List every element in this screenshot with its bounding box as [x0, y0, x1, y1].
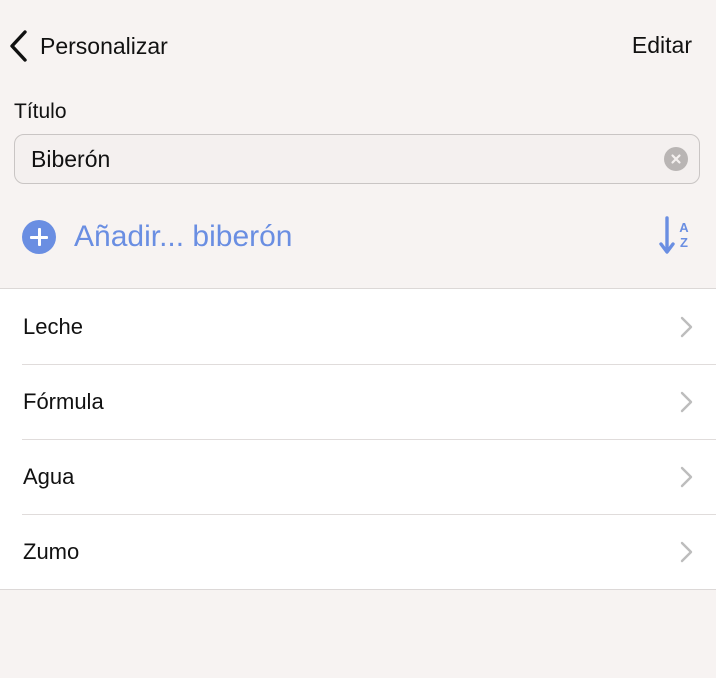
list-item-agua[interactable]: Agua	[0, 439, 716, 514]
sort-letter-a: A	[679, 220, 689, 235]
title-input[interactable]	[31, 145, 664, 173]
title-field-label: Título	[14, 100, 67, 123]
drink-list: Leche Fórmula Agua Zumo	[0, 288, 716, 590]
list-item-zumo[interactable]: Zumo	[0, 514, 716, 589]
chevron-right-icon	[680, 316, 693, 337]
clear-icon	[671, 154, 681, 164]
back-button-label: Personalizar	[40, 32, 168, 59]
list-item-label: Leche	[23, 313, 83, 339]
add-bottle-label: Añadir... biberón	[74, 220, 293, 253]
list-item-leche[interactable]: Leche	[0, 289, 716, 364]
list-item-label: Agua	[23, 463, 75, 489]
edit-button[interactable]: Editar	[632, 32, 692, 59]
list-item-formula[interactable]: Fórmula	[0, 364, 716, 439]
navigation-bar: Personalizar Editar	[0, 0, 716, 90]
add-bottle-button[interactable]: Añadir... biberón	[22, 216, 292, 258]
sort-letter-z: Z	[680, 235, 688, 250]
sort-button[interactable]: A Z	[658, 214, 694, 258]
list-item-label: Zumo	[23, 538, 80, 564]
chevron-left-icon	[10, 30, 27, 62]
chevron-right-icon	[680, 466, 693, 487]
chevron-right-icon	[680, 541, 693, 562]
clear-text-button[interactable]	[664, 147, 688, 171]
list-item-label: Fórmula	[23, 388, 104, 414]
back-button[interactable]: Personalizar	[8, 24, 168, 68]
chevron-right-icon	[680, 391, 693, 412]
title-field	[14, 134, 700, 184]
sort-az-icon: A Z	[659, 216, 689, 254]
add-circle-icon	[22, 220, 56, 254]
